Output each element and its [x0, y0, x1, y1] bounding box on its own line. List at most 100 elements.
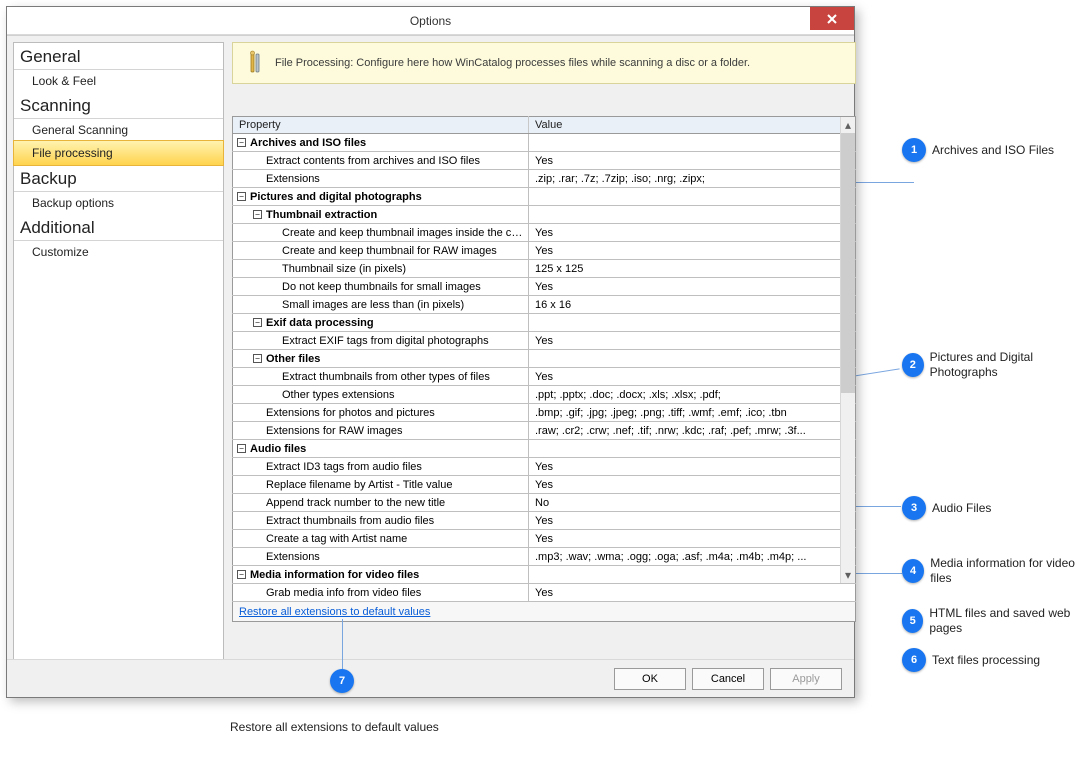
- property-value: [529, 440, 856, 458]
- property-value[interactable]: Yes: [529, 530, 856, 548]
- property-value[interactable]: .raw; .cr2; .crw; .nef; .tif; .nrw; .kdc…: [529, 422, 856, 440]
- callout-3-text: Audio Files: [932, 501, 991, 516]
- sidebar-item-look-and-feel[interactable]: Look & Feel: [14, 70, 223, 92]
- property-row[interactable]: Extensions for photos and pictures.bmp; …: [233, 404, 856, 422]
- property-row[interactable]: Extract thumbnails from audio filesYes: [233, 512, 856, 530]
- spacer: [269, 228, 278, 237]
- property-row[interactable]: −Audio files: [233, 440, 856, 458]
- property-row[interactable]: Extract contents from archives and ISO f…: [233, 152, 856, 170]
- titlebar: Options: [7, 7, 854, 35]
- content-panel: File Processing: Configure here how WinC…: [232, 42, 856, 690]
- col-header-value[interactable]: Value: [529, 117, 856, 134]
- property-value[interactable]: Yes: [529, 242, 856, 260]
- spacer: [253, 588, 262, 597]
- expand-toggle[interactable]: −: [237, 192, 246, 201]
- expand-toggle[interactable]: −: [253, 354, 262, 363]
- property-value[interactable]: No: [529, 494, 856, 512]
- sidebar-item-backup-options[interactable]: Backup options: [14, 192, 223, 214]
- property-row[interactable]: Extensions.zip; .rar; .7z; .7zip; .iso; …: [233, 170, 856, 188]
- expand-toggle[interactable]: −: [253, 210, 262, 219]
- spacer: [269, 246, 278, 255]
- property-row[interactable]: Extract EXIF tags from digital photograp…: [233, 332, 856, 350]
- property-label: Pictures and digital photographs: [250, 191, 422, 203]
- property-value[interactable]: .mp3; .wav; .wma; .ogg; .oga; .asf; .m4a…: [529, 548, 856, 566]
- spacer: [253, 552, 262, 561]
- scroll-up-icon[interactable]: ▴: [841, 117, 855, 133]
- expand-toggle[interactable]: −: [237, 444, 246, 453]
- expand-toggle[interactable]: −: [237, 138, 246, 147]
- close-button[interactable]: [810, 7, 854, 30]
- property-value: [529, 206, 856, 224]
- callout-4-bubble: 4: [902, 559, 924, 583]
- vertical-scrollbar[interactable]: ▴ ▾: [840, 117, 855, 583]
- spacer: [269, 336, 278, 345]
- callout-2-text: Pictures and Digital Photographs: [930, 350, 1087, 380]
- property-label: Create a tag with Artist name: [266, 533, 407, 545]
- property-value: [529, 188, 856, 206]
- property-value[interactable]: .ppt; .pptx; .doc; .docx; .xls; .xlsx; .…: [529, 386, 856, 404]
- property-value[interactable]: Yes: [529, 224, 856, 242]
- property-row[interactable]: −Thumbnail extraction: [233, 206, 856, 224]
- property-value[interactable]: Yes: [529, 584, 856, 602]
- property-label: Thumbnail extraction: [266, 209, 377, 221]
- property-row[interactable]: Do not keep thumbnails for small images Y…: [233, 278, 856, 296]
- property-value[interactable]: Yes: [529, 332, 856, 350]
- property-row[interactable]: Thumbnail size (in pixels)125 x 125: [233, 260, 856, 278]
- property-value[interactable]: Yes: [529, 278, 856, 296]
- property-value[interactable]: Yes: [529, 152, 856, 170]
- property-row[interactable]: Small images are less than (in pixels)16…: [233, 296, 856, 314]
- property-value[interactable]: 16 x 16: [529, 296, 856, 314]
- spacer: [253, 516, 262, 525]
- property-row[interactable]: −Media information for video files: [233, 566, 856, 584]
- property-row[interactable]: Replace filename by Artist - Title value…: [233, 476, 856, 494]
- property-row[interactable]: −Pictures and digital photographs: [233, 188, 856, 206]
- property-row[interactable]: Extract ID3 tags from audio filesYes: [233, 458, 856, 476]
- cancel-button[interactable]: Cancel: [692, 668, 764, 690]
- sidebar-item-general-scanning[interactable]: General Scanning: [14, 119, 223, 141]
- property-row[interactable]: −Other files: [233, 350, 856, 368]
- property-row[interactable]: Create and keep thumbnail for RAW images…: [233, 242, 856, 260]
- callout-7-bubble: 7: [330, 669, 354, 693]
- expand-toggle[interactable]: −: [253, 318, 262, 327]
- property-row[interactable]: Append track number to the new titleNo: [233, 494, 856, 512]
- spacer: [269, 390, 278, 399]
- sidebar-item-file-processing[interactable]: File processing: [13, 140, 224, 166]
- callout-4: 4 Media information for video files: [902, 556, 1087, 586]
- scroll-thumb[interactable]: [841, 133, 855, 393]
- property-value: [529, 566, 856, 584]
- property-value[interactable]: .zip; .rar; .7z; .7zip; .iso; .nrg; .zip…: [529, 170, 856, 188]
- property-row[interactable]: Extract thumbnails from other types of f…: [233, 368, 856, 386]
- property-value[interactable]: Yes: [529, 368, 856, 386]
- property-label: Extract contents from archives and ISO f…: [266, 155, 480, 167]
- ok-button[interactable]: OK: [614, 668, 686, 690]
- property-label: Archives and ISO files: [250, 137, 366, 149]
- property-value[interactable]: Yes: [529, 512, 856, 530]
- property-label: Audio files: [250, 443, 306, 455]
- property-label: Do not keep thumbnails for small images: [282, 281, 481, 293]
- property-value[interactable]: Yes: [529, 476, 856, 494]
- restore-extensions-link[interactable]: Restore all extensions to default values: [239, 606, 430, 618]
- property-row[interactable]: −Archives and ISO files: [233, 134, 856, 152]
- col-header-property[interactable]: Property: [233, 117, 529, 134]
- property-row[interactable]: Extensions.mp3; .wav; .wma; .ogg; .oga; …: [233, 548, 856, 566]
- callout-6-text: Text files processing: [932, 653, 1040, 668]
- property-label: Create and keep thumbnail for RAW images: [282, 245, 497, 257]
- property-row[interactable]: Create a tag with Artist name Yes: [233, 530, 856, 548]
- property-row[interactable]: Create and keep thumbnail images inside …: [233, 224, 856, 242]
- spacer: [269, 264, 278, 273]
- property-label: Extensions for RAW images: [266, 425, 403, 437]
- property-row[interactable]: Other types extensions.ppt; .pptx; .doc;…: [233, 386, 856, 404]
- property-value[interactable]: Yes: [529, 458, 856, 476]
- property-value[interactable]: 125 x 125: [529, 260, 856, 278]
- property-row[interactable]: Grab media info from video filesYes: [233, 584, 856, 602]
- property-row[interactable]: −Exif data processing: [233, 314, 856, 332]
- dialog-body: General Look & Feel Scanning General Sca…: [7, 35, 854, 659]
- property-row[interactable]: Extensions for RAW images .raw; .cr2; .cr…: [233, 422, 856, 440]
- callout-1-bubble: 1: [902, 138, 926, 162]
- callout-5-bubble: 5: [902, 609, 923, 633]
- property-grid[interactable]: Property Value −Archives and ISO filesEx…: [232, 116, 856, 602]
- expand-toggle[interactable]: −: [237, 570, 246, 579]
- sidebar-item-customize[interactable]: Customize: [14, 241, 223, 263]
- property-value[interactable]: .bmp; .gif; .jpg; .jpeg; .png; .tiff; .w…: [529, 404, 856, 422]
- scroll-down-icon[interactable]: ▾: [841, 567, 855, 583]
